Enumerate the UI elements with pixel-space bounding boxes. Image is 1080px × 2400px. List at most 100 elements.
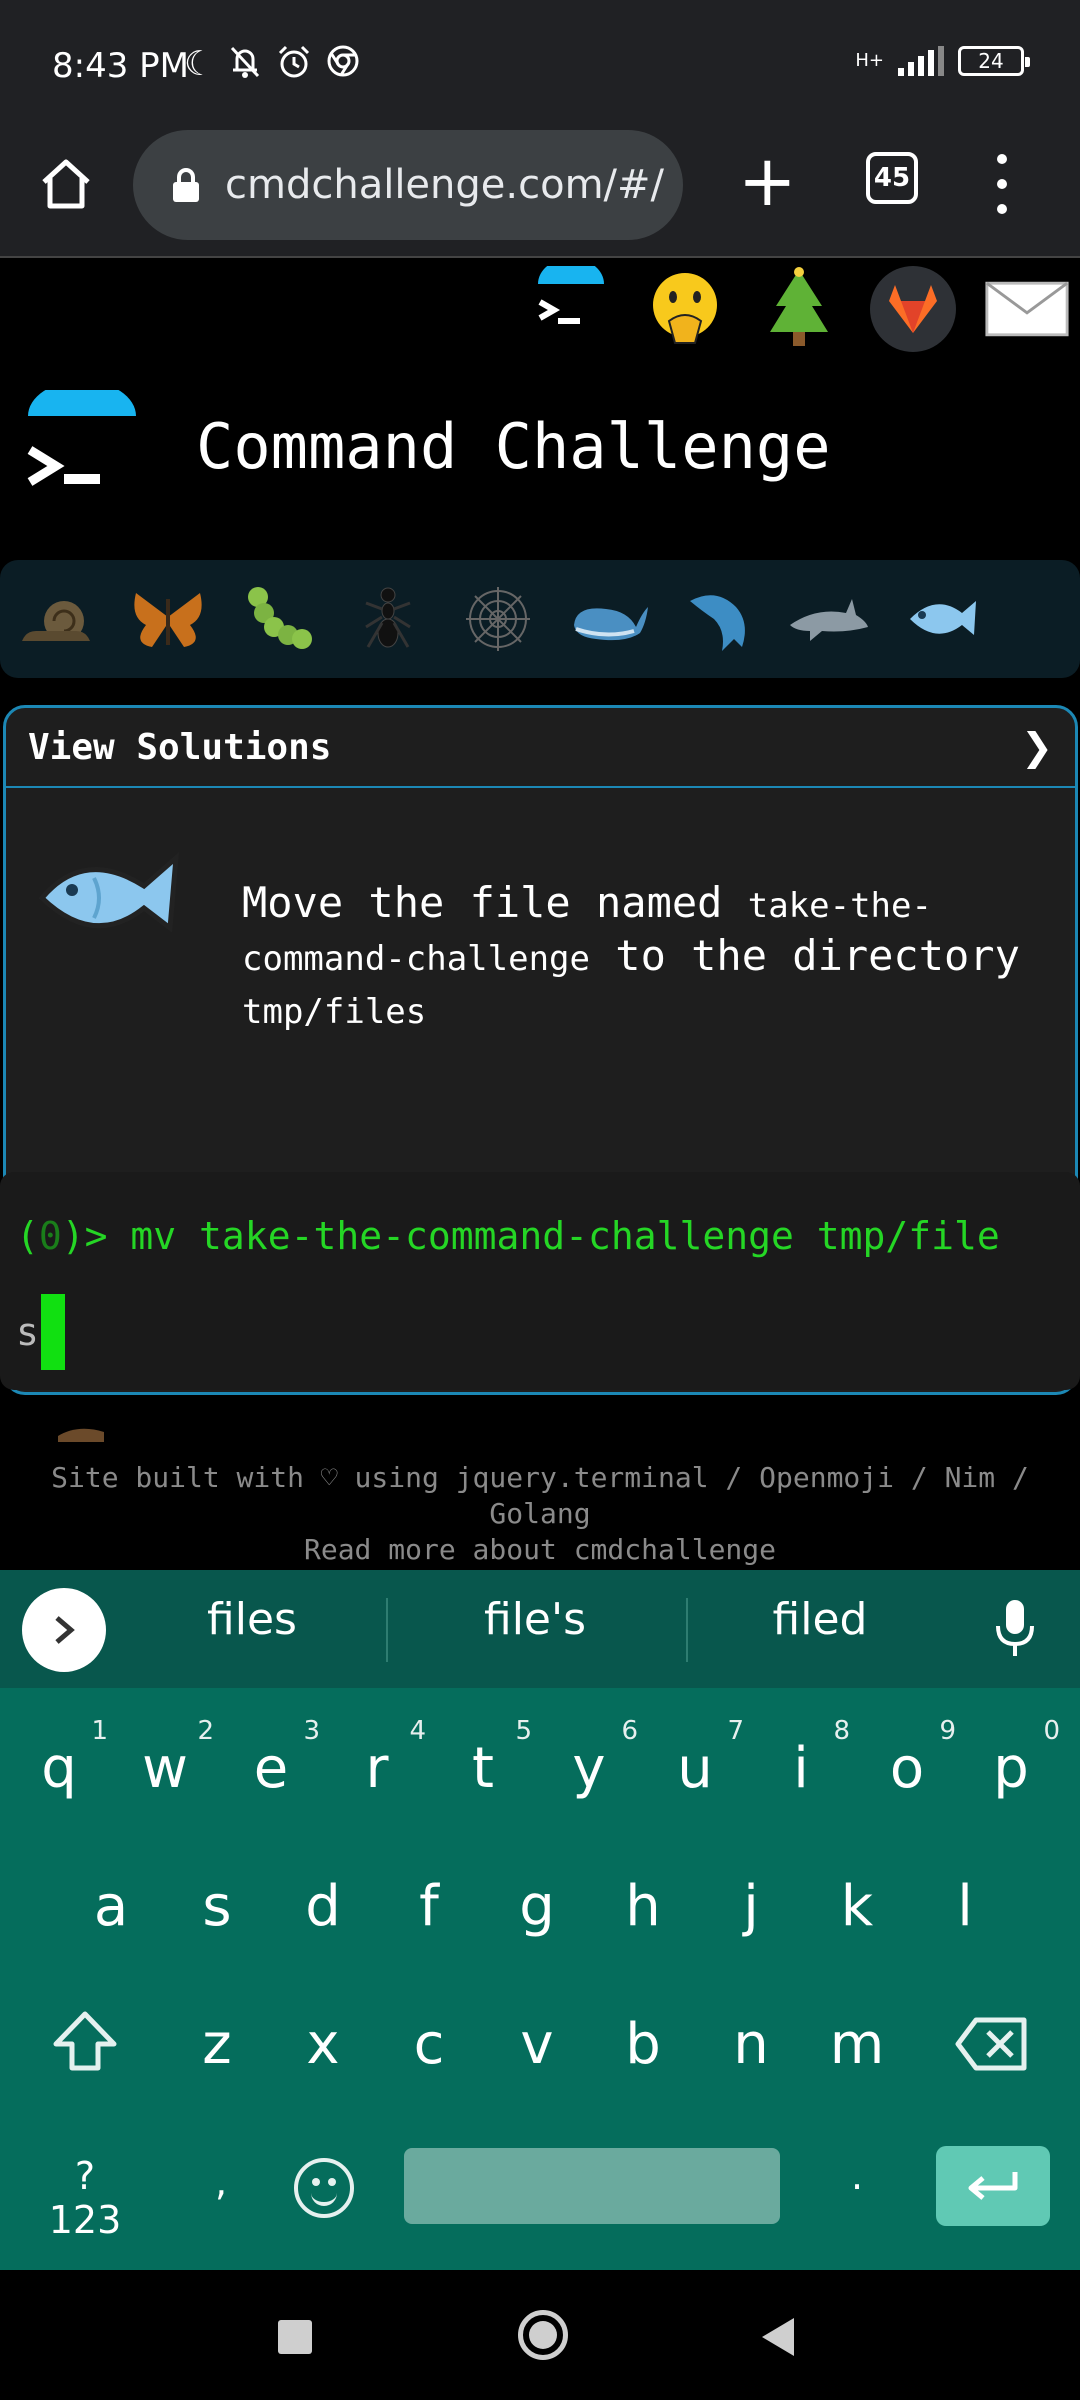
lock-icon — [173, 168, 199, 202]
level-snail-icon[interactable] — [16, 577, 100, 661]
face-hand-over-mouth-icon[interactable] — [642, 266, 728, 352]
key-y[interactable]: y6 — [544, 1716, 638, 1801]
symbols-key[interactable]: ?123 — [40, 2154, 130, 2242]
tab-switcher-button[interactable]: 45 — [866, 152, 918, 204]
chevron-right-icon — [55, 1616, 75, 1644]
snail-peek-icon — [58, 1422, 106, 1442]
level-whale-icon[interactable] — [566, 577, 650, 661]
key-h[interactable]: h — [598, 1874, 688, 1939]
network-type: H+ — [855, 50, 884, 71]
key-z[interactable]: z — [172, 2012, 262, 2077]
key-g[interactable]: g — [492, 1874, 582, 1939]
key-s[interactable]: s — [172, 1874, 262, 1939]
alarm-icon — [276, 44, 312, 89]
key-q[interactable]: q1 — [14, 1716, 108, 1801]
key-e[interactable]: e3 — [226, 1716, 320, 1801]
key-o[interactable]: o9 — [862, 1716, 956, 1801]
status-icons: ☾ — [184, 44, 360, 89]
site-title: Command Challenge — [196, 410, 831, 483]
terminal-command: mv take-the-command-challenge tmp/file — [130, 1214, 1000, 1258]
key-k[interactable]: k — [812, 1874, 902, 1939]
suggestion-1[interactable]: files — [112, 1594, 392, 1645]
key-a[interactable]: a — [66, 1874, 156, 1939]
footer: Site built with ♡ using jquery.terminal … — [0, 1460, 1080, 1568]
site-header: Command Challenge — [20, 380, 1060, 500]
key-x[interactable]: x — [278, 2012, 368, 2077]
terminal-logo-icon[interactable] — [528, 266, 614, 352]
divider — [386, 1598, 388, 1662]
prompt: )> — [61, 1214, 131, 1258]
moon-icon: ☾ — [184, 44, 215, 84]
terminal[interactable]: (0)> mv take-the-command-challenge tmp/f… — [0, 1172, 1080, 1390]
back-button[interactable] — [762, 2318, 794, 2356]
bell-off-icon — [228, 44, 262, 89]
key-u[interactable]: u7 — [650, 1716, 744, 1801]
enter-icon — [968, 2172, 1018, 2200]
gitlab-icon[interactable] — [870, 266, 956, 352]
suggestion-bar: files file's filed — [0, 1570, 1080, 1688]
level-ant-icon[interactable] — [346, 577, 430, 661]
terminal-command-line: (0)> mv take-the-command-challenge tmp/f… — [16, 1214, 1000, 1258]
status-bar: 8:43 PM ☾ H+ 24 — [0, 0, 1080, 130]
key-c[interactable]: c — [384, 2012, 474, 2077]
level-dolphin-icon[interactable] — [676, 577, 760, 661]
level-caterpillar-icon[interactable] — [236, 577, 320, 661]
home-button[interactable] — [36, 154, 96, 214]
terminal-logo-icon — [20, 380, 140, 500]
new-tab-button[interactable]: + — [738, 146, 797, 216]
read-more-link[interactable]: Read more about cmdchallenge — [0, 1532, 1080, 1568]
recents-button[interactable] — [278, 2320, 312, 2354]
suggestion-2[interactable]: file's — [395, 1594, 675, 1645]
level-butterfly-icon[interactable] — [126, 577, 210, 661]
key-l[interactable]: l — [920, 1874, 1010, 1939]
home-nav-button[interactable] — [518, 2310, 568, 2360]
key-p[interactable]: p0 — [966, 1716, 1060, 1801]
more-menu-button[interactable] — [992, 154, 1012, 214]
key-t[interactable]: t5 — [438, 1716, 532, 1801]
signal-icon — [898, 46, 944, 76]
christmas-tree-icon[interactable] — [756, 266, 842, 352]
chrome-icon — [326, 44, 360, 89]
url-text: cmdchallenge.com/#/ — [225, 162, 665, 208]
envelope-icon[interactable] — [984, 266, 1070, 352]
key-j[interactable]: j — [706, 1874, 796, 1939]
level-selector — [0, 560, 1080, 678]
key-b[interactable]: b — [598, 2012, 688, 2077]
enter-key[interactable] — [936, 2146, 1050, 2226]
soft-keyboard: files file's filed q1 w2 e3 r4 t5 y6 u7 … — [0, 1570, 1080, 2270]
key-f[interactable]: f — [384, 1874, 474, 1939]
challenge-code-directory: tmp/files — [242, 992, 427, 1032]
key-n[interactable]: n — [706, 2012, 796, 2077]
backspace-icon — [955, 2017, 1027, 2071]
expand-toolbar-button[interactable] — [22, 1588, 106, 1672]
level-fish-icon[interactable] — [896, 577, 980, 661]
key-d[interactable]: d — [278, 1874, 368, 1939]
key-i[interactable]: i8 — [756, 1716, 850, 1801]
home-icon — [42, 159, 90, 209]
suggestion-3[interactable]: filed — [680, 1594, 960, 1645]
prompt: ( — [16, 1214, 39, 1258]
chevron-right-icon: ❯ — [1021, 725, 1053, 769]
microphone-icon[interactable] — [990, 1596, 1040, 1660]
key-r[interactable]: r4 — [332, 1716, 426, 1801]
challenge-text: Move the file named — [242, 878, 748, 927]
footer-line: Site built with ♡ using jquery.terminal … — [51, 1461, 1029, 1494]
level-spider-web-icon[interactable] — [456, 577, 540, 661]
space-bar[interactable] — [404, 2148, 780, 2224]
key-v[interactable]: v — [492, 2012, 582, 2077]
period-key[interactable]: . — [812, 2154, 902, 2198]
footer-line: Golang — [489, 1497, 591, 1530]
comma-key[interactable]: , — [176, 2160, 266, 2204]
status-right: H+ 24 — [855, 46, 1030, 76]
key-w[interactable]: w2 — [120, 1716, 214, 1801]
shift-key[interactable] — [52, 2008, 118, 2078]
address-bar[interactable]: cmdchallenge.com/#/ — [133, 130, 683, 240]
web-page: Command Challenge View Solutions ❯ Move … — [0, 260, 1080, 1570]
view-solutions-header[interactable]: View Solutions ❯ — [6, 708, 1075, 788]
level-dolphin-grey-icon[interactable] — [786, 577, 870, 661]
emoji-key[interactable] — [294, 2158, 354, 2218]
backspace-key[interactable] — [954, 2016, 1030, 2076]
system-nav-bar — [0, 2270, 1080, 2400]
fish-icon — [34, 828, 184, 958]
key-m[interactable]: m — [812, 2012, 902, 2077]
